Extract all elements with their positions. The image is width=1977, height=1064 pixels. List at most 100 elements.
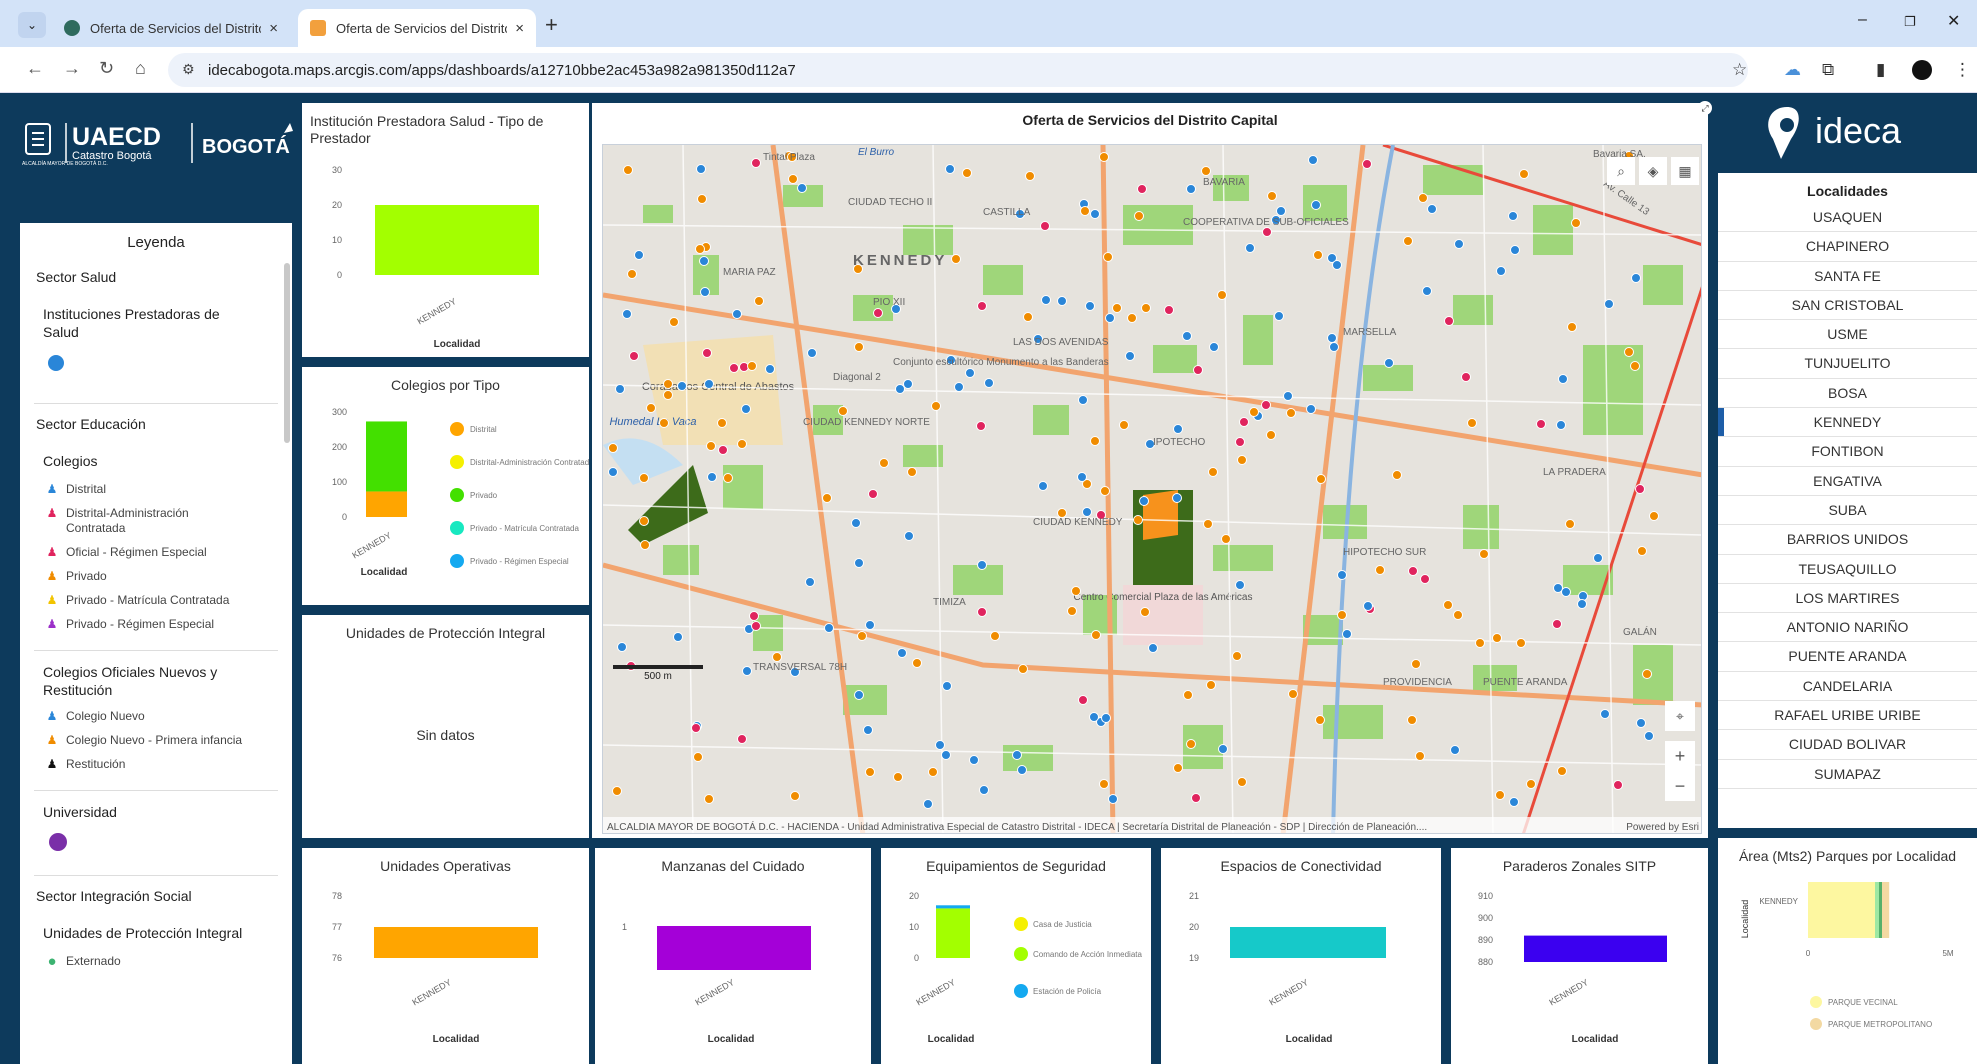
- map-poi-marker[interactable]: [865, 620, 875, 630]
- map-poi-marker[interactable]: [942, 681, 952, 691]
- map-poi-marker[interactable]: [1267, 191, 1277, 201]
- localidad-item-chapinero[interactable]: CHAPINERO: [1718, 232, 1977, 262]
- map-poi-marker[interactable]: [951, 254, 961, 264]
- map-poi-marker[interactable]: [1218, 744, 1228, 754]
- map-poi-marker[interactable]: [1182, 331, 1192, 341]
- map-poi-marker[interactable]: [873, 308, 883, 318]
- map-poi-marker[interactable]: [1467, 418, 1477, 428]
- map-poi-marker[interactable]: [1510, 245, 1520, 255]
- map-poi-marker[interactable]: [1407, 715, 1417, 725]
- reload-icon[interactable]: ↻: [99, 58, 114, 79]
- map-poi-marker[interactable]: [1286, 408, 1296, 418]
- map-poi-marker[interactable]: [1630, 361, 1640, 371]
- map-poi-marker[interactable]: [807, 348, 817, 358]
- map-poi-marker[interactable]: [663, 390, 673, 400]
- map-poi-marker[interactable]: [615, 384, 625, 394]
- map-poi-marker[interactable]: [1193, 365, 1203, 375]
- map-poi-marker[interactable]: [1508, 211, 1518, 221]
- map-poi-marker[interactable]: [935, 740, 945, 750]
- map-poi-marker[interactable]: [822, 493, 832, 503]
- close-tab-icon[interactable]: ×: [269, 20, 278, 37]
- map-poi-marker[interactable]: [747, 361, 757, 371]
- map-poi-marker[interactable]: [772, 652, 782, 662]
- map-poi-marker[interactable]: [1141, 303, 1151, 313]
- map-poi-marker[interactable]: [805, 577, 815, 587]
- map-poi-marker[interactable]: [1201, 166, 1211, 176]
- map-poi-marker[interactable]: [854, 342, 864, 352]
- map-poi-marker[interactable]: [1173, 763, 1183, 773]
- map-poi-marker[interactable]: [1283, 391, 1293, 401]
- map-poi-marker[interactable]: [1099, 779, 1109, 789]
- map-poi-marker[interactable]: [627, 269, 637, 279]
- map-poi-marker[interactable]: [1191, 793, 1201, 803]
- chart-bar-distrital[interactable]: [366, 491, 407, 517]
- map-poi-marker[interactable]: [1112, 303, 1122, 313]
- map-poi-marker[interactable]: [1108, 794, 1118, 804]
- map-poi-marker[interactable]: [1557, 766, 1567, 776]
- map-poi-marker[interactable]: [797, 183, 807, 193]
- map-poi-marker[interactable]: [1375, 565, 1385, 575]
- map-poi-marker[interactable]: [824, 623, 834, 633]
- map-poi-marker[interactable]: [718, 445, 728, 455]
- map-poi-marker[interactable]: [1025, 171, 1035, 181]
- map-poi-marker[interactable]: [737, 734, 747, 744]
- map-poi-marker[interactable]: [1492, 633, 1502, 643]
- map-poi-marker[interactable]: [1479, 549, 1489, 559]
- map-poi-marker[interactable]: [1624, 347, 1634, 357]
- map-poi-marker[interactable]: [707, 472, 717, 482]
- cloud-extension-icon[interactable]: ☁: [1784, 60, 1801, 80]
- map-poi-marker[interactable]: [1103, 252, 1113, 262]
- map-poi-marker[interactable]: [1337, 570, 1347, 580]
- chart-bar-privado[interactable]: [366, 421, 407, 492]
- browser-tab-2[interactable]: Oferta de Servicios del Distrito ×: [298, 9, 536, 47]
- map-poi-marker[interactable]: [1306, 404, 1316, 414]
- map-poi-marker[interactable]: [1140, 607, 1150, 617]
- site-info-icon[interactable]: ⚙: [182, 61, 195, 78]
- map-poi-marker[interactable]: [699, 256, 709, 266]
- map-poi-marker[interactable]: [923, 799, 933, 809]
- map-poi-marker[interactable]: [1422, 286, 1432, 296]
- map-poi-marker[interactable]: [717, 418, 727, 428]
- map-poi-marker[interactable]: [1203, 519, 1213, 529]
- map-poi-marker[interactable]: [1082, 507, 1092, 517]
- legend-panel[interactable]: Leyenda Sector Salud Instituciones Prest…: [20, 223, 292, 1064]
- map-poi-marker[interactable]: [742, 666, 752, 676]
- map-poi-marker[interactable]: [732, 309, 742, 319]
- map-poi-marker[interactable]: [1636, 718, 1646, 728]
- map-poi-marker[interactable]: [1078, 695, 1088, 705]
- localidad-item-usaquen[interactable]: USAQUEN: [1718, 203, 1977, 233]
- map-poi-marker[interactable]: [1327, 333, 1337, 343]
- map-poi-marker[interactable]: [979, 785, 989, 795]
- map-poi-marker[interactable]: [969, 755, 979, 765]
- map-poi-marker[interactable]: [1077, 472, 1087, 482]
- map-poi-marker[interactable]: [639, 473, 649, 483]
- map-poi-marker[interactable]: [695, 244, 705, 254]
- map-poi-marker[interactable]: [1496, 266, 1506, 276]
- map-poi-marker[interactable]: [1105, 313, 1115, 323]
- close-window-button[interactable]: ✕: [1947, 11, 1960, 31]
- map-poi-marker[interactable]: [788, 174, 798, 184]
- map-poi-marker[interactable]: [741, 404, 751, 414]
- map-poi-marker[interactable]: [1127, 313, 1137, 323]
- side-panel-icon[interactable]: ▮: [1876, 60, 1885, 80]
- map-poi-marker[interactable]: [1600, 709, 1610, 719]
- map-poi-marker[interactable]: [1553, 583, 1563, 593]
- map-poi-marker[interactable]: [677, 381, 687, 391]
- map-poi-marker[interactable]: [646, 403, 656, 413]
- map-poi-marker[interactable]: [976, 421, 986, 431]
- map-canvas[interactable]: Corabastos Central de Abastos Humedal La…: [602, 144, 1702, 834]
- map-poi-marker[interactable]: [700, 287, 710, 297]
- map-poi-marker[interactable]: [1038, 481, 1048, 491]
- map-poi-marker[interactable]: [1536, 419, 1546, 429]
- map-poi-marker[interactable]: [1644, 731, 1654, 741]
- map-poi-marker[interactable]: [617, 642, 627, 652]
- map-poi-marker[interactable]: [1125, 351, 1135, 361]
- map-poi-marker[interactable]: [1519, 169, 1529, 179]
- map-poi-marker[interactable]: [854, 558, 864, 568]
- chart-bar-kennedy[interactable]: [1524, 935, 1667, 962]
- map-poi-marker[interactable]: [1613, 780, 1623, 790]
- map-poi-marker[interactable]: [1041, 295, 1051, 305]
- map-poi-marker[interactable]: [1249, 407, 1259, 417]
- map-poi-marker[interactable]: [1593, 553, 1603, 563]
- map-poi-marker[interactable]: [697, 194, 707, 204]
